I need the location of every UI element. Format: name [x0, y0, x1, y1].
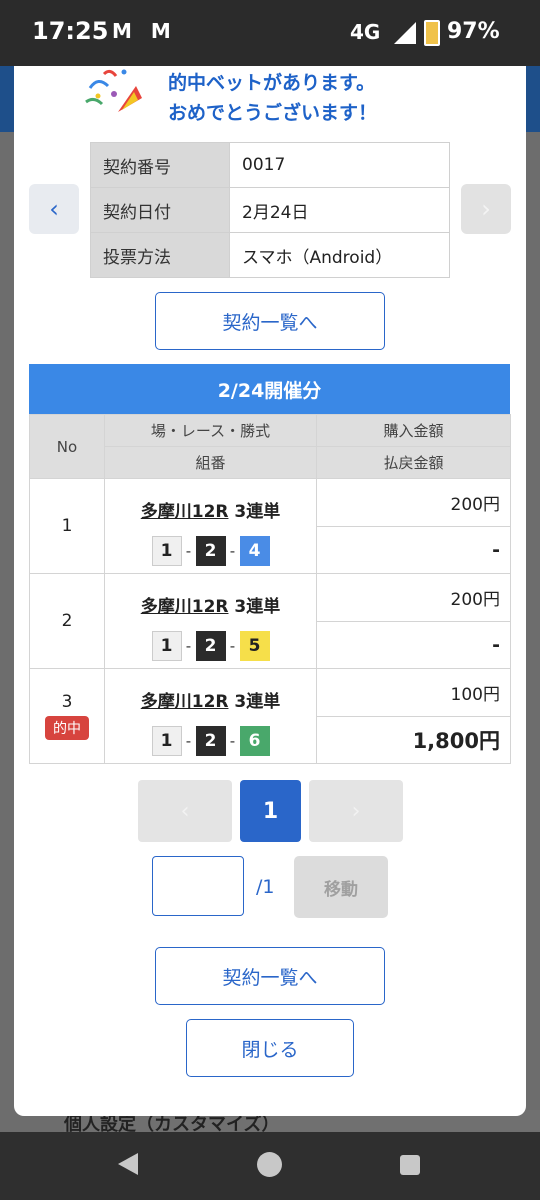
- race-name: 多摩川12R 3連単: [105, 592, 316, 617]
- contract-info-table: 契約番号 0017 契約日付 2月24日 投票方法 スマホ（Android）: [90, 142, 450, 278]
- signal-icon: [394, 22, 416, 44]
- combo-separator: -: [185, 541, 192, 560]
- home-icon[interactable]: [257, 1152, 282, 1177]
- payout-amount: -: [316, 620, 511, 669]
- race-cell: 多摩川12R 3連単 1 - 2 - 5: [104, 573, 317, 669]
- purchase-amount: 200円: [316, 573, 511, 622]
- contract-date-label: 契約日付: [90, 187, 230, 233]
- contract-detail-modal: 的中ベットがあります。 おめでとうございます！ ‹ › 契約番号 0017 契約…: [14, 66, 526, 1116]
- vote-method-label: 投票方法: [90, 232, 230, 278]
- move-page-button[interactable]: 移動: [294, 856, 388, 918]
- payout-amount: 1,800円: [316, 715, 511, 764]
- chevron-left-icon: ‹: [180, 798, 190, 824]
- boat-number-first: 1: [151, 535, 182, 566]
- combo-separator: -: [185, 731, 192, 750]
- boat-number-third: 6: [239, 725, 270, 756]
- combo-separator: -: [185, 636, 192, 655]
- status-time: 17:25: [32, 17, 109, 45]
- purchase-amount: 100円: [316, 668, 511, 717]
- race-name: 多摩川12R 3連単: [105, 687, 316, 712]
- contract-date-value: 2月24日: [229, 187, 450, 233]
- contract-number-label: 契約番号: [90, 142, 230, 188]
- vote-method-row: 投票方法 スマホ（Android）: [90, 232, 450, 278]
- page-total: /1: [256, 876, 275, 898]
- next-contract-button[interactable]: ›: [461, 184, 511, 234]
- chevron-right-icon: ›: [481, 195, 491, 223]
- contract-list-button-top[interactable]: 契約一覧へ: [155, 292, 385, 350]
- boat-number-third: 4: [239, 535, 270, 566]
- contract-number-value: 0017: [229, 142, 450, 188]
- hit-message-line2: おめでとうございます！: [168, 102, 378, 124]
- hit-celebration: 的中ベットがあります。 おめでとうございます！: [84, 66, 484, 128]
- page-number-input[interactable]: [152, 856, 244, 916]
- network-type: 4G: [350, 20, 381, 44]
- header-race: 場・レース・勝式: [104, 414, 317, 447]
- boat-number-second: 2: [195, 630, 226, 661]
- party-popper-icon: [85, 69, 142, 112]
- pager-next-button[interactable]: ›: [309, 780, 403, 842]
- race-venue-link[interactable]: 多摩川12R: [141, 502, 229, 522]
- combination: 1 - 2 - 4: [105, 535, 316, 566]
- race-venue-link[interactable]: 多摩川12R: [141, 597, 229, 617]
- bet-type: 3連単: [234, 596, 281, 617]
- battery-icon: [424, 20, 440, 46]
- battery-percent: 97%: [447, 19, 500, 44]
- bet-no: 3 的中: [29, 668, 105, 764]
- hit-message-line1: 的中ベットがあります。: [168, 72, 376, 94]
- bet-row: 3 的中 多摩川12R 3連単 1 - 2 - 6 100円: [29, 668, 511, 764]
- bet-row: 2 多摩川12R 3連単 1 - 2 - 5 200円: [29, 573, 511, 669]
- bet-no: 1: [29, 478, 105, 574]
- combination: 1 - 2 - 5: [105, 630, 316, 661]
- purchase-amount: 200円: [316, 478, 511, 527]
- contract-date-row: 契約日付 2月24日: [90, 187, 450, 233]
- combo-separator: -: [229, 731, 236, 750]
- chevron-right-icon: ›: [351, 798, 361, 824]
- contract-number-row: 契約番号 0017: [90, 142, 450, 188]
- header-combo: 組番: [104, 446, 317, 479]
- contract-list-button-bottom[interactable]: 契約一覧へ: [155, 947, 385, 1005]
- bet-type: 3連単: [234, 501, 281, 522]
- mail-notification-icons: M M: [112, 19, 177, 43]
- combo-separator: -: [229, 541, 236, 560]
- status-bar: 17:25 M M 4G 97%: [0, 0, 540, 66]
- pager-prev-button[interactable]: ‹: [138, 780, 232, 842]
- race-cell: 多摩川12R 3連単 1 - 2 - 4: [104, 478, 317, 574]
- bet-number: 1: [61, 516, 73, 536]
- previous-contract-button[interactable]: ‹: [29, 184, 79, 234]
- boat-number-second: 2: [195, 725, 226, 756]
- bet-number: 3: [61, 692, 73, 712]
- boat-number-third: 5: [239, 630, 270, 661]
- payout-amount: -: [316, 525, 511, 574]
- header-payout: 払戻金額: [316, 446, 511, 479]
- bet-no: 2: [29, 573, 105, 669]
- race-name: 多摩川12R 3連単: [105, 497, 316, 522]
- boat-number-first: 1: [151, 630, 182, 661]
- close-button[interactable]: 閉じる: [186, 1019, 354, 1077]
- combo-separator: -: [229, 636, 236, 655]
- pager-page-1[interactable]: 1: [240, 780, 301, 842]
- header-purchase: 購入金額: [316, 414, 511, 447]
- header-no: No: [29, 414, 105, 479]
- bet-table: No 場・レース・勝式 購入金額 組番 払戻金額 1 多摩川12R 3連単 1 …: [29, 414, 511, 764]
- race-cell: 多摩川12R 3連単 1 - 2 - 6: [104, 668, 317, 764]
- race-day-header: 2/24開催分: [29, 364, 510, 414]
- back-icon[interactable]: [118, 1153, 138, 1175]
- bet-number: 2: [61, 611, 73, 631]
- boat-number-first: 1: [151, 725, 182, 756]
- bet-row: 1 多摩川12R 3連単 1 - 2 - 4 200円: [29, 478, 511, 574]
- combination: 1 - 2 - 6: [105, 725, 316, 756]
- recents-icon[interactable]: [400, 1155, 420, 1175]
- bet-type: 3連単: [234, 691, 281, 712]
- vote-method-value: スマホ（Android）: [229, 232, 450, 278]
- hit-badge: 的中: [45, 716, 89, 740]
- chevron-left-icon: ‹: [49, 195, 59, 223]
- header-row-1: No 場・レース・勝式 購入金額: [29, 414, 511, 479]
- race-venue-link[interactable]: 多摩川12R: [141, 692, 229, 712]
- boat-number-second: 2: [195, 535, 226, 566]
